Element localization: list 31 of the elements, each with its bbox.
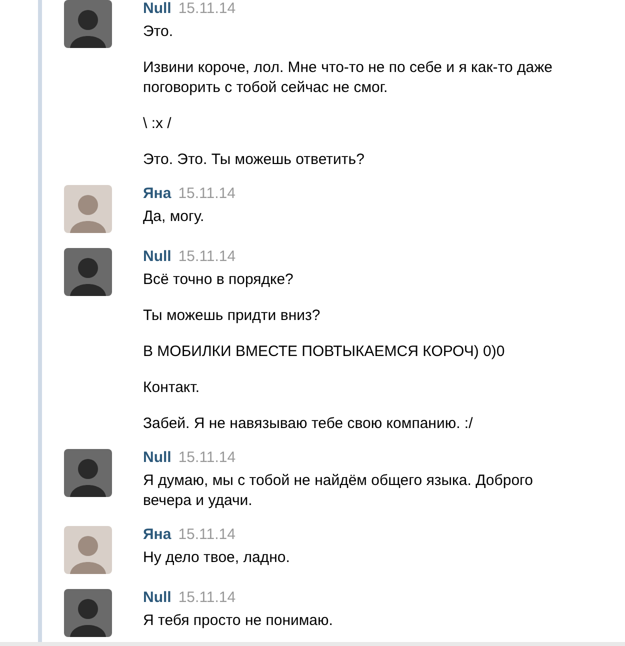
message-text: Контакт.	[143, 378, 201, 398]
avatar	[64, 0, 112, 48]
author-name[interactable]: Null	[143, 448, 172, 467]
message-date: 15.11.14	[178, 448, 236, 467]
message-text: Это.	[143, 22, 174, 42]
message-text: Да, могу.	[143, 207, 206, 227]
message-text: Я думаю, мы с тобой не найдём общего языка. Доброго вечера и удачи.	[143, 471, 534, 511]
message-date: 15.11.14	[178, 247, 236, 266]
message-text: В МОБИЛКИ ВМЕСТЕ ПОВТЫКАЕМСЯ КОРОЧ) 0)0	[143, 342, 506, 362]
message-text: Забей. Я не навязываю тебе свою компанию. :/	[143, 414, 474, 434]
message-text: \ :x /	[143, 114, 172, 134]
avatar	[64, 526, 112, 574]
message-text: Я тебя просто не понимаю.	[143, 611, 334, 631]
avatar	[64, 449, 112, 497]
avatar	[64, 248, 112, 296]
message-text: Всё точно в порядке?	[143, 270, 294, 290]
message-text: Ты можешь придти вниз?	[143, 306, 322, 326]
avatar	[64, 589, 112, 637]
author-name[interactable]: Null	[143, 0, 172, 18]
author-name[interactable]: Яна	[143, 184, 172, 203]
author-name[interactable]: Null	[143, 588, 172, 607]
message-text: Извини короче, лол. Мне что-то не по себе и я как-то даже поговорить с тобой сейчас не смог.	[143, 58, 554, 98]
avatar	[64, 185, 112, 233]
message-text: Это. Это. Ты можешь ответить?	[143, 150, 366, 170]
author-name[interactable]: Null	[143, 247, 172, 266]
message-text: Ну дело твое, ладно.	[143, 548, 291, 568]
message-date: 15.11.14	[178, 184, 236, 203]
message-date: 15.11.14	[178, 525, 236, 544]
author-name[interactable]: Яна	[143, 525, 172, 544]
message-date: 15.11.14	[178, 0, 236, 18]
message-date: 15.11.14	[178, 588, 236, 607]
